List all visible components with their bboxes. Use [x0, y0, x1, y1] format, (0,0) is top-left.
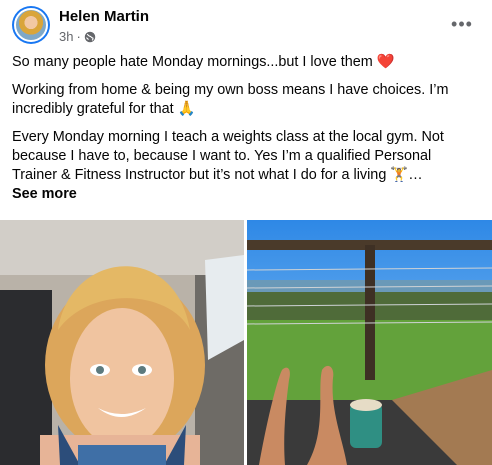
author-avatar[interactable] — [12, 6, 50, 44]
post-paragraph-3: Every Monday morning I teach a weights c… — [12, 128, 477, 204]
facebook-post: Helen Martin 3h · ••• So many people hat… — [0, 0, 492, 465]
post-text: So many people hate Monday mornings...bu… — [12, 53, 477, 213]
post-time[interactable]: 3h — [59, 29, 73, 44]
post-paragraph-2: Working from home & being my own boss me… — [12, 82, 449, 117]
post-paragraph-3-text: Every Monday morning I teach a weights c… — [12, 129, 444, 183]
author-name[interactable]: Helen Martin — [59, 8, 149, 25]
selfie-image — [0, 220, 244, 465]
post-meta: 3h · — [59, 29, 96, 44]
photo-balcony[interactable] — [247, 220, 492, 465]
photo-selfie[interactable] — [0, 220, 244, 465]
meta-separator: · — [76, 29, 81, 44]
photo-grid — [0, 220, 492, 465]
balcony-image — [247, 220, 492, 465]
post-header: Helen Martin 3h · ••• — [0, 0, 492, 50]
post-paragraph-1: So many people hate Monday mornings...bu… — [12, 54, 395, 70]
more-options-icon[interactable]: ••• — [450, 12, 474, 36]
see-more-link[interactable]: See more — [12, 186, 77, 202]
avatar-photo — [14, 8, 48, 42]
globe-icon[interactable] — [84, 31, 96, 43]
